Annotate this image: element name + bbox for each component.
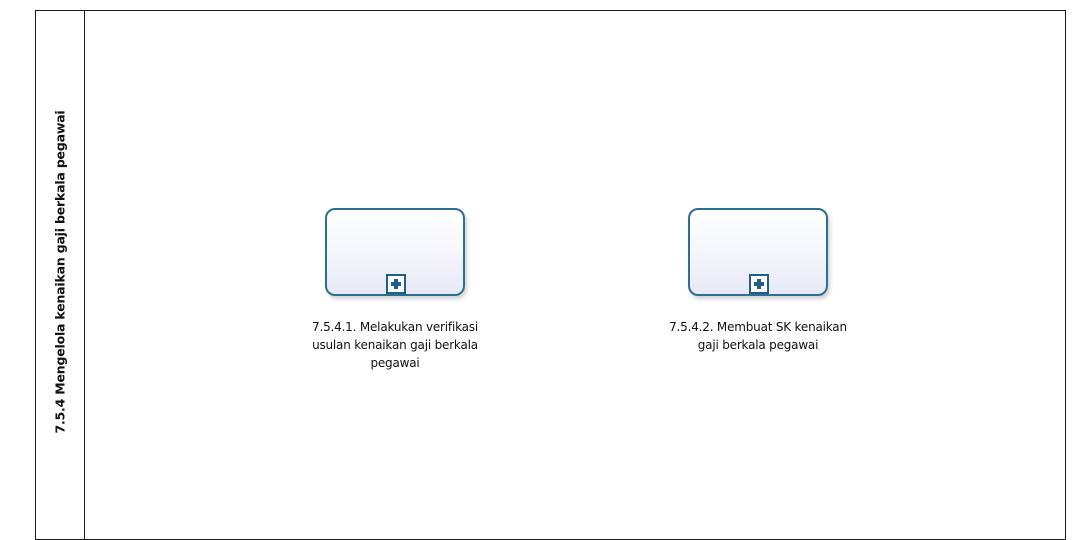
lane-title: 7.5.4 Mengelola kenaikan gaji berkala pe… (52, 110, 68, 434)
pool-frame (35, 10, 1066, 540)
task-7-5-4-2-label: 7.5.4.2. Membuat SK kenaikan gaji berkal… (643, 318, 873, 354)
task-label-line: 7.5.4.1. Melakukan verifikasi (312, 320, 478, 334)
task-7-5-4-1-label: 7.5.4.1. Melakukan verifikasi usulan ken… (280, 318, 510, 372)
task-label-line: usulan kenaikan gaji berkala (312, 338, 478, 352)
task-label-line: pegawai (370, 356, 420, 370)
task-label-line: 7.5.4.2. Membuat SK kenaikan (669, 320, 847, 334)
subprocess-plus-icon[interactable] (749, 274, 769, 294)
task-7-5-4-1[interactable] (325, 208, 465, 296)
subprocess-plus-icon[interactable] (386, 274, 406, 294)
task-7-5-4-2[interactable] (688, 208, 828, 296)
task-label-line: gaji berkala pegawai (697, 338, 819, 352)
